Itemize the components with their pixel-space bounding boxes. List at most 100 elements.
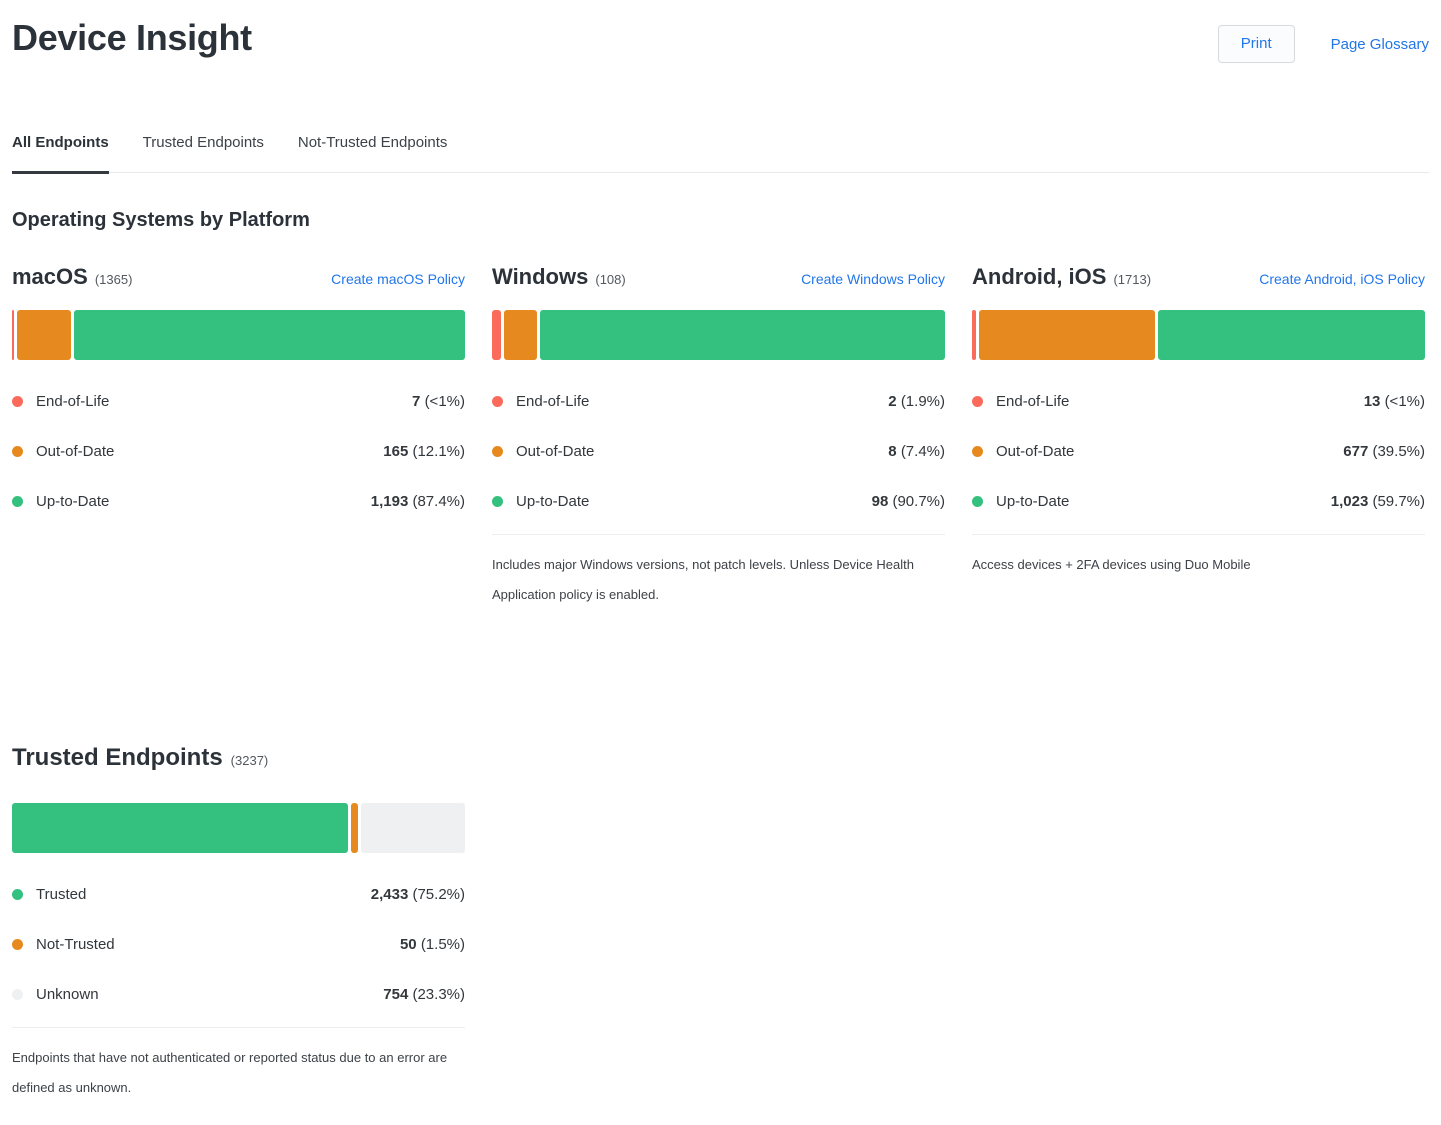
legend-count: 8: [888, 443, 896, 460]
legend-percent: (39.5%): [1372, 443, 1425, 460]
tab-trusted-endpoints[interactable]: Trusted Endpoints: [143, 135, 264, 172]
tab-not-trusted-endpoints[interactable]: Not-Trusted Endpoints: [298, 135, 448, 172]
trusted-endpoints-title: Trusted Endpoints: [12, 744, 223, 772]
platform-cards: macOS(1365) Create macOS Policy End-of-Lif…: [12, 266, 1429, 610]
legend-percent: (12.1%): [412, 443, 465, 460]
platform-title-group: Android, iOS(1713): [972, 266, 1151, 288]
legend-count: 50: [400, 936, 417, 953]
platform-card: Android, iOS(1713) Create Android, iOS Po…: [972, 266, 1425, 610]
legend-label: End-of-Life: [36, 393, 412, 410]
bar-segment-out-of-date: [979, 310, 1156, 360]
trusted-endpoints-heading: Trusted Endpoints (3237): [12, 744, 1429, 772]
legend-dot-out-of-date-icon: [492, 446, 503, 457]
legend-count: 1,023: [1331, 493, 1369, 510]
legend-dot-up-to-date-icon: [12, 889, 23, 900]
legend: End-of-Life13 (<1%)Out-of-Date677 (39.5%…: [972, 376, 1425, 526]
legend-dot-unknown-icon: [12, 989, 23, 1000]
legend-value: 2 (1.9%): [888, 393, 945, 410]
legend-row: Trusted2,433 (75.2%): [12, 869, 465, 919]
trusted-endpoints-footnote: Endpoints that have not authenticated or…: [12, 1043, 462, 1103]
bar-segment-end-of-life: [492, 310, 501, 360]
bar-segment-end-of-life: [972, 310, 976, 360]
legend-row: Out-of-Date165 (12.1%): [12, 426, 465, 476]
create-policy-link[interactable]: Create Windows Policy: [801, 271, 945, 287]
legend-label: Trusted: [36, 886, 371, 903]
legend-percent: (23.3%): [412, 986, 465, 1003]
platform-card: Windows(108) Create Windows Policy End-of-…: [492, 266, 945, 610]
legend-value: 98 (90.7%): [872, 493, 945, 510]
platform-footnote: Access devices + 2FA devices using Duo M…: [972, 550, 1422, 580]
legend-row: End-of-Life7 (<1%): [12, 376, 465, 426]
stacked-bar: [12, 310, 465, 360]
legend-value: 1,193 (87.4%): [371, 493, 465, 510]
legend-percent: (<1%): [425, 393, 465, 410]
legend-percent: (<1%): [1385, 393, 1425, 410]
page-title: Device Insight: [12, 16, 252, 59]
legend-dot-end-of-life-icon: [972, 396, 983, 407]
legend-percent: (59.7%): [1372, 493, 1425, 510]
bar-segment-up-to-date: [540, 310, 945, 360]
legend-percent: (75.2%): [412, 886, 465, 903]
page-glossary-link[interactable]: Page Glossary: [1331, 36, 1429, 53]
legend-label: Not-Trusted: [36, 936, 400, 953]
platform-footnote: Includes major Windows versions, not pat…: [492, 550, 942, 610]
legend: End-of-Life7 (<1%)Out-of-Date165 (12.1%)…: [12, 376, 465, 526]
card-divider: [12, 1027, 465, 1028]
bar-segment-end-of-life: [12, 310, 14, 360]
platform-card: macOS(1365) Create macOS Policy End-of-Lif…: [12, 266, 465, 610]
legend-label: Out-of-Date: [516, 443, 888, 460]
header-actions: Print Page Glossary: [1218, 16, 1429, 63]
legend-label: Out-of-Date: [996, 443, 1343, 460]
legend-value: 8 (7.4%): [888, 443, 945, 460]
bar-segment-out-of-date: [504, 310, 537, 360]
platform-title-group: Windows(108): [492, 266, 626, 288]
legend-row: Unknown754 (23.3%): [12, 969, 465, 1019]
platform-card-header: macOS(1365) Create macOS Policy: [12, 266, 465, 288]
legend-label: Up-to-Date: [516, 493, 872, 510]
endpoint-tabs: All Endpoints Trusted Endpoints Not-Truste…: [12, 135, 1429, 173]
legend-row: End-of-Life2 (1.9%): [492, 376, 945, 426]
tab-all-endpoints[interactable]: All Endpoints: [12, 135, 109, 172]
print-button[interactable]: Print: [1218, 25, 1295, 63]
legend-percent: (1.5%): [421, 936, 465, 953]
legend-row: End-of-Life13 (<1%): [972, 376, 1425, 426]
legend-dot-out-of-date-icon: [12, 446, 23, 457]
bar-segment-up-to-date: [1158, 310, 1425, 360]
platform-card-header: Android, iOS(1713) Create Android, iOS Po…: [972, 266, 1425, 288]
platform-device-count: (108): [595, 272, 625, 287]
platform-title-group: macOS(1365): [12, 266, 132, 288]
legend-count: 98: [872, 493, 889, 510]
card-divider: [972, 534, 1425, 535]
legend-dot-out-of-date-icon: [972, 446, 983, 457]
legend-row: Up-to-Date98 (90.7%): [492, 476, 945, 526]
legend-percent: (7.4%): [901, 443, 945, 460]
legend-count: 677: [1343, 443, 1368, 460]
stacked-bar: [12, 803, 465, 853]
legend-row: Up-to-Date1,193 (87.4%): [12, 476, 465, 526]
legend-value: 7 (<1%): [412, 393, 465, 410]
bar-segment-up-to-date: [12, 803, 348, 853]
stacked-bar: [972, 310, 1425, 360]
platform-card-header: Windows(108) Create Windows Policy: [492, 266, 945, 288]
legend-row: Not-Trusted50 (1.5%): [12, 919, 465, 969]
create-policy-link[interactable]: Create Android, iOS Policy: [1259, 271, 1425, 287]
legend-value: 754 (23.3%): [383, 986, 465, 1003]
bar-segment-out-of-date: [351, 803, 358, 853]
section-title-operating-systems: Operating Systems by Platform: [12, 209, 1429, 232]
legend-value: 13 (<1%): [1364, 393, 1425, 410]
legend-percent: (90.7%): [892, 493, 945, 510]
legend-count: 754: [383, 986, 408, 1003]
legend-dot-up-to-date-icon: [12, 496, 23, 507]
legend-row: Out-of-Date8 (7.4%): [492, 426, 945, 476]
legend-dot-up-to-date-icon: [972, 496, 983, 507]
legend-count: 13: [1364, 393, 1381, 410]
legend-dot-end-of-life-icon: [12, 396, 23, 407]
legend-label: Up-to-Date: [36, 493, 371, 510]
bar-segment-unknown: [361, 803, 465, 853]
create-policy-link[interactable]: Create macOS Policy: [331, 271, 465, 287]
bar-segment-up-to-date: [74, 310, 465, 360]
platform-device-count: (1713): [1113, 272, 1151, 287]
legend: Trusted2,433 (75.2%)Not-Trusted50 (1.5%)…: [12, 869, 465, 1019]
legend-row: Out-of-Date677 (39.5%): [972, 426, 1425, 476]
legend-label: Out-of-Date: [36, 443, 383, 460]
